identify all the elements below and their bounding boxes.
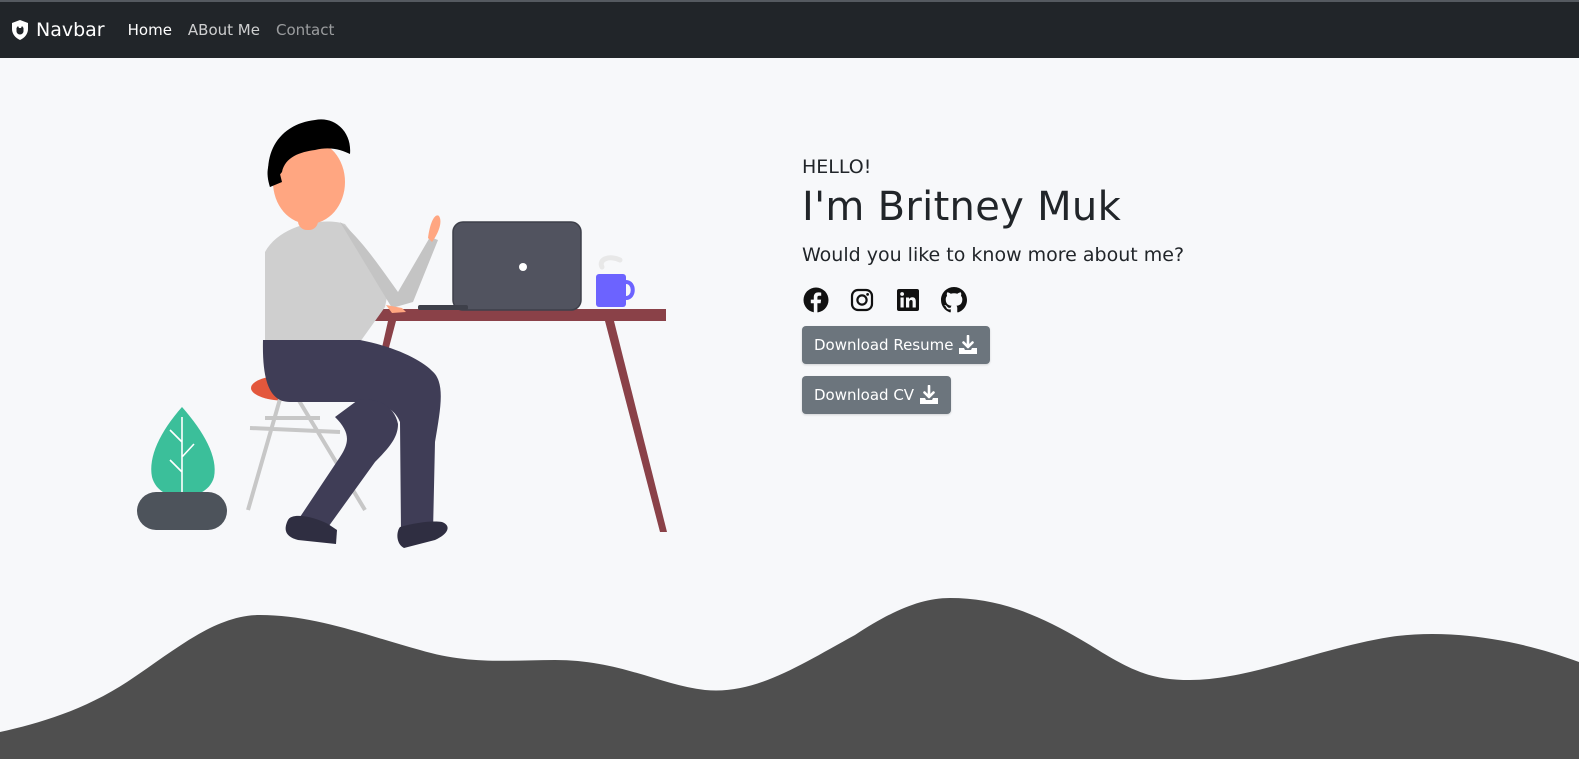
download-cv-label: Download CV bbox=[814, 386, 915, 404]
laptop-illustration bbox=[418, 221, 582, 311]
hero-illustration bbox=[137, 119, 667, 548]
download-icon bbox=[920, 385, 939, 404]
nav-link-home[interactable]: Home bbox=[128, 21, 172, 39]
hero-tagline: Would you like to know more about me? bbox=[802, 244, 1185, 266]
mug-illustration bbox=[596, 255, 635, 307]
instagram-icon[interactable] bbox=[848, 286, 876, 314]
shield-logo-icon bbox=[12, 20, 28, 40]
github-icon[interactable] bbox=[940, 286, 968, 314]
social-links bbox=[802, 286, 1184, 314]
download-icon bbox=[959, 335, 978, 354]
nav-link-about[interactable]: ABout Me bbox=[188, 21, 260, 39]
navbar-brand[interactable]: Navbar bbox=[10, 19, 105, 41]
linkedin-icon[interactable] bbox=[894, 286, 922, 314]
hero-name: I'm Britney Muk bbox=[802, 184, 1122, 230]
download-cv-button[interactable]: Download CV bbox=[802, 376, 952, 414]
resume-button-row: Download Resume bbox=[802, 326, 1184, 364]
hero-section: HELLO! I'm Britney Muk Would you like to… bbox=[802, 156, 1184, 414]
facebook-icon[interactable] bbox=[802, 286, 830, 314]
plant-illustration bbox=[137, 407, 227, 530]
person-illustration bbox=[262, 119, 448, 548]
wave-divider bbox=[0, 598, 1579, 759]
download-resume-button[interactable]: Download Resume bbox=[802, 326, 991, 364]
brand-text: Navbar bbox=[36, 19, 105, 41]
navbar: Navbar Home ABout Me Contact bbox=[0, 0, 1579, 58]
hero-greeting: HELLO! bbox=[802, 156, 872, 178]
nav-link-contact[interactable]: Contact bbox=[276, 21, 334, 39]
nav-links: Home ABout Me Contact bbox=[128, 21, 351, 39]
download-resume-label: Download Resume bbox=[814, 336, 954, 354]
cv-button-row: Download CV bbox=[802, 376, 1184, 414]
